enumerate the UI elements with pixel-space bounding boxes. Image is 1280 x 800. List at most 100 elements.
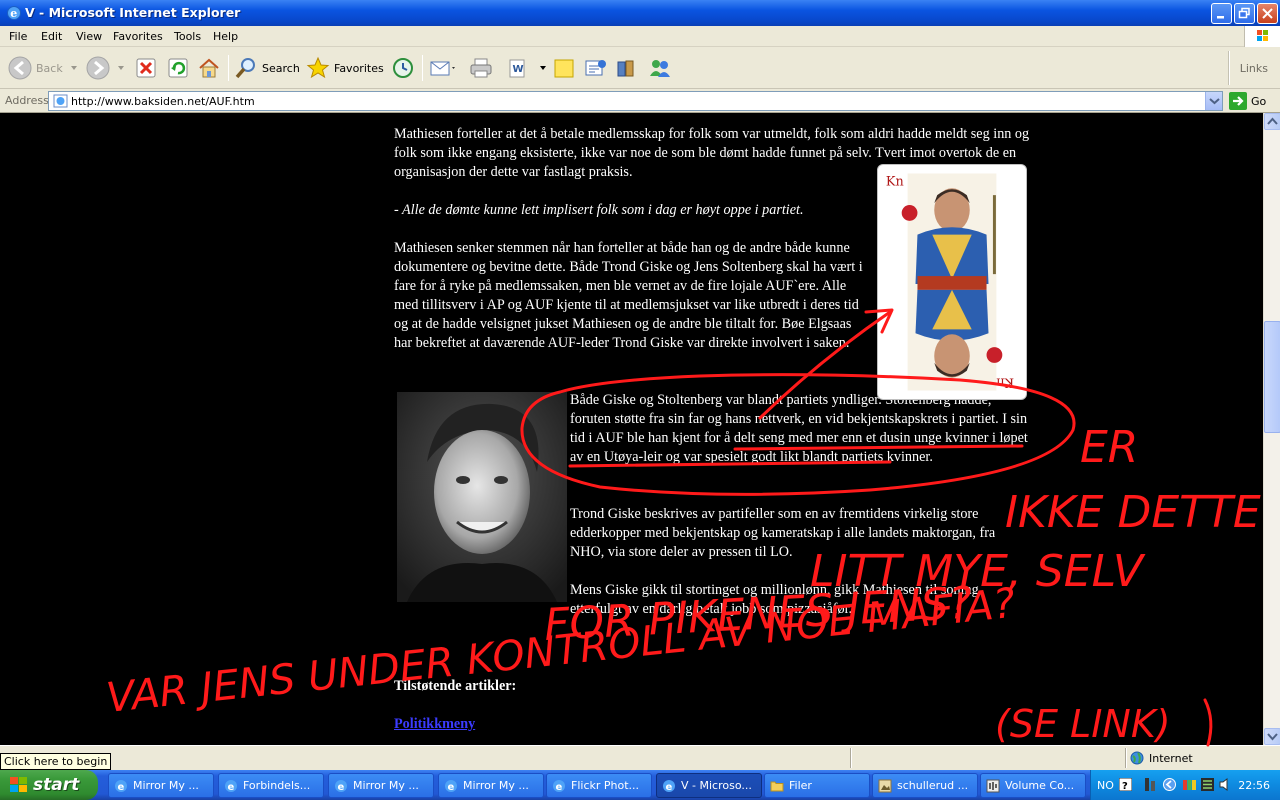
- svg-text:e: e: [666, 782, 673, 793]
- people-icon: [650, 60, 670, 77]
- go-button[interactable]: Go: [1229, 92, 1266, 110]
- address-dropdown-button[interactable]: [1205, 92, 1222, 110]
- mixer-icon[interactable]: [1183, 778, 1196, 791]
- home-button[interactable]: [197, 53, 221, 83]
- app-grid-icon[interactable]: [1201, 778, 1214, 791]
- article-paragraph: Trond Giske beskrives av partifeller som…: [570, 506, 996, 560]
- svg-text:?: ?: [1122, 781, 1128, 791]
- history-icon: [393, 58, 413, 78]
- taskbar-item[interactable]: Volume Co...: [980, 773, 1086, 798]
- taskbar-item[interactable]: schullerud ...: [872, 773, 978, 798]
- task-label: Filer: [789, 779, 812, 792]
- internet-explorer-icon: e: [445, 779, 457, 793]
- task-label: Mirror My ...: [133, 779, 199, 792]
- printer-icon: [470, 58, 492, 78]
- task-label: Mirror My ...: [353, 779, 419, 792]
- taskbar-item-active[interactable]: e V - Microso...: [656, 773, 762, 798]
- back-label: Back: [36, 61, 63, 75]
- taskbar-item[interactable]: e Flickr Phot...: [546, 773, 652, 798]
- taskbar-item[interactable]: Filer: [764, 773, 870, 798]
- toolbox-icon: [617, 60, 634, 77]
- task-label: Flickr Phot...: [571, 779, 640, 792]
- edit-button[interactable]: W: [506, 53, 548, 83]
- messenger-button[interactable]: [583, 53, 609, 83]
- show-hidden-icons-icon[interactable]: [1163, 778, 1176, 791]
- status-bar: [0, 745, 1280, 770]
- search-icon: [235, 58, 255, 79]
- taskbar-item[interactable]: e Mirror My ...: [438, 773, 544, 798]
- discuss-button[interactable]: [552, 53, 576, 83]
- svg-text:e: e: [228, 782, 235, 793]
- help-icon[interactable]: ?: [1119, 778, 1132, 791]
- internet-explorer-icon: e: [663, 779, 675, 793]
- page-icon: [53, 94, 68, 108]
- maximize-button[interactable]: [1234, 3, 1255, 24]
- forward-button[interactable]: [86, 53, 126, 83]
- page-content: Mathiesen forteller at det å betale medl…: [0, 113, 1263, 745]
- close-button[interactable]: [1257, 3, 1278, 24]
- svg-text:e: e: [338, 782, 345, 793]
- messenger-people-button[interactable]: [647, 53, 673, 83]
- internet-explorer-icon: e: [553, 779, 565, 793]
- address-url: http://www.baksiden.net/AUF.htm: [71, 95, 255, 108]
- star-icon: [306, 56, 330, 79]
- menu-edit[interactable]: Edit: [41, 30, 62, 43]
- back-button[interactable]: Back: [8, 53, 79, 83]
- vertical-scrollbar[interactable]: [1263, 113, 1280, 745]
- mail-icon: [430, 61, 455, 76]
- network-icon[interactable]: [1143, 778, 1156, 791]
- print-button[interactable]: [469, 53, 493, 83]
- scroll-down-button[interactable]: [1264, 728, 1280, 745]
- menu-favorites[interactable]: Favorites: [113, 30, 163, 43]
- clock[interactable]: 22:56: [1238, 779, 1270, 792]
- tools-button[interactable]: [614, 53, 640, 83]
- taskbar-item[interactable]: e Forbindels...: [218, 773, 324, 798]
- note-icon: [554, 59, 574, 78]
- taskbar-item[interactable]: e Mirror My ...: [328, 773, 434, 798]
- chevron-down-icon: [1267, 733, 1278, 741]
- internet-explorer-icon: e: [335, 779, 347, 793]
- internet-explorer-icon: e: [7, 6, 21, 20]
- start-button[interactable]: start: [0, 770, 98, 800]
- menu-tools[interactable]: Tools: [174, 30, 201, 43]
- refresh-button[interactable]: [167, 53, 189, 83]
- windows-flag-icon: [10, 777, 27, 792]
- taskbar: start e Mirror My ... e Forbindels... e Mir…: [0, 770, 1280, 800]
- menu-help[interactable]: Help: [213, 30, 238, 43]
- stop-button[interactable]: [135, 53, 157, 83]
- start-label: start: [33, 775, 80, 795]
- forward-arrow-icon: [86, 56, 110, 80]
- system-tray: NO ? 22:56: [1090, 770, 1280, 800]
- start-tooltip: Click here to begin: [0, 753, 112, 770]
- favorites-label: Favorites: [334, 61, 384, 75]
- menu-file[interactable]: File: [9, 30, 27, 43]
- windows-logo-icon: [1244, 26, 1280, 47]
- search-button[interactable]: Search: [234, 53, 300, 83]
- taskbar-item[interactable]: e Mirror My ...: [108, 773, 214, 798]
- volume-control-icon: [986, 779, 1000, 792]
- back-arrow-icon: [8, 56, 32, 80]
- refresh-icon: [168, 58, 188, 78]
- politics-menu-link[interactable]: Politikkmeny: [394, 715, 475, 734]
- security-zone: Internet: [1130, 751, 1193, 765]
- scroll-up-button[interactable]: [1264, 113, 1280, 130]
- window-title: V - Microsoft Internet Explorer: [25, 5, 241, 20]
- mail-button[interactable]: [429, 53, 455, 83]
- article-paragraph: Mathiesen senker stemmen når han fortell…: [394, 240, 863, 351]
- svg-text:e: e: [118, 782, 125, 793]
- playing-card-image: Kn Kn: [877, 164, 1027, 400]
- document-edit-icon: W: [509, 59, 525, 78]
- minimize-button[interactable]: [1211, 3, 1232, 24]
- internet-explorer-icon: e: [115, 779, 127, 793]
- svg-text:Kn: Kn: [996, 375, 1014, 390]
- svg-text:Kn: Kn: [886, 174, 904, 189]
- favorites-button[interactable]: Favorites: [306, 53, 384, 83]
- address-input[interactable]: http://www.baksiden.net/AUF.htm: [48, 91, 1223, 111]
- history-button[interactable]: [391, 53, 415, 83]
- menu-view[interactable]: View: [76, 30, 102, 43]
- links-label[interactable]: Links: [1240, 62, 1268, 75]
- scroll-thumb[interactable]: [1264, 321, 1280, 433]
- language-indicator[interactable]: NO: [1097, 779, 1114, 792]
- volume-icon[interactable]: [1219, 778, 1232, 791]
- research-icon: [585, 60, 606, 76]
